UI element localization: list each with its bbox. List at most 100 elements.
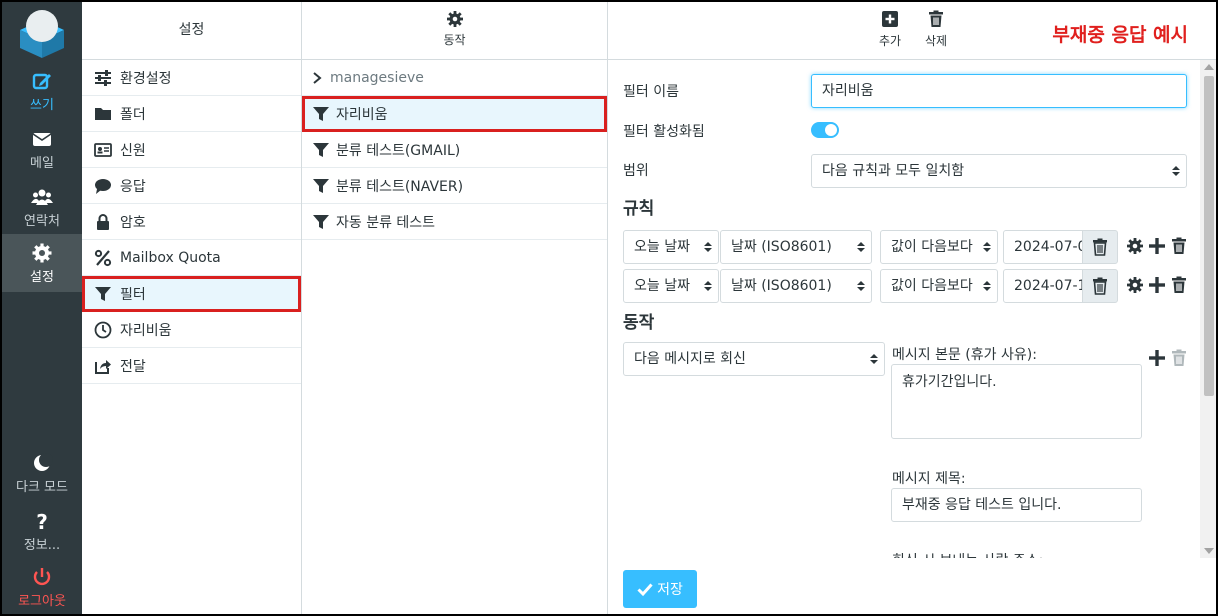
filter-name-input[interactable]: 자리비움: [811, 74, 1187, 108]
mail-label: 메일: [30, 156, 54, 171]
action-type-value: 다음 메시지로 회신: [634, 351, 746, 367]
rule-type-select[interactable]: 날짜 (ISO8601): [720, 230, 872, 264]
contacts-button[interactable]: 연락처: [2, 178, 82, 234]
settings-item-forward[interactable]: 전달: [82, 348, 301, 384]
moon-icon: [31, 452, 53, 474]
select-arrows-icon: [857, 242, 865, 252]
scroll-up-arrow[interactable]: [1204, 64, 1214, 70]
filter-item-auto[interactable]: 자동 분류 테스트: [302, 204, 607, 240]
gear-icon: [31, 242, 53, 264]
message-body-textarea[interactable]: 휴가기간입니다.: [891, 364, 1142, 439]
settings-item-filters[interactable]: 필터: [82, 276, 301, 312]
scroll-thumb[interactable]: [1204, 76, 1214, 396]
app-logo[interactable]: [16, 6, 68, 58]
rule-advanced-gear-icon[interactable]: [1126, 276, 1144, 294]
select-arrows-icon: [983, 281, 991, 291]
settings-item-vacation[interactable]: 자리비움: [82, 312, 301, 348]
contacts-label: 연락처: [24, 214, 60, 229]
delete-filter-button[interactable]: 삭제: [916, 10, 956, 49]
action-add-plus-icon[interactable]: [1148, 349, 1166, 367]
filter-actions-button[interactable]: 동작: [302, 2, 607, 60]
clock-icon: [92, 321, 114, 339]
filter-item-gmail[interactable]: 분류 테스트(GMAIL): [302, 132, 607, 168]
mail-button[interactable]: 메일: [2, 120, 82, 176]
scope-label: 범위: [623, 163, 649, 179]
action-type-select[interactable]: 다음 메시지로 회신: [623, 342, 885, 376]
logout-button[interactable]: 로그아웃: [2, 558, 82, 614]
about-label: 정보...: [23, 538, 61, 553]
logout-label: 로그아웃: [18, 594, 66, 609]
settings-item-preferences[interactable]: 환경설정: [82, 60, 301, 96]
rule-type-select[interactable]: 날짜 (ISO8601): [720, 269, 872, 303]
message-subject-input[interactable]: 부재중 응답 테스트 입니다.: [891, 488, 1142, 522]
rule-header-select[interactable]: 오늘 날짜: [623, 269, 719, 303]
scroll-down-arrow[interactable]: [1204, 548, 1214, 554]
caption-title: 부재중 응답 예시: [1052, 24, 1188, 46]
filters-list-panel: 동작 managesieve 자리비움 분류 테스트(GMAIL) 분류 테스트…: [302, 2, 608, 614]
action-delete-trash-icon[interactable]: [1170, 349, 1188, 367]
rule-operator-select[interactable]: 값이 다음보다: [880, 230, 998, 264]
select-arrows-icon: [704, 242, 712, 252]
filter-icon: [313, 142, 329, 157]
about-button[interactable]: ? 정보...: [2, 502, 82, 558]
rule-type-value: 날짜 (ISO8601): [731, 278, 832, 294]
settings-item-folders[interactable]: 폴더: [82, 96, 301, 132]
id-card-icon: [92, 141, 114, 159]
filter-actions-label: 동작: [443, 33, 466, 47]
filter-enabled-toggle[interactable]: [811, 122, 839, 138]
app-rail: 쓰기 메일 연락처 설정 다크 모드 ? 정보... 로그아웃: [2, 2, 82, 614]
save-button[interactable]: 저장: [623, 570, 697, 608]
settings-item-label: 신원: [120, 142, 146, 159]
scope-select[interactable]: 다음 규칙과 모두 일치함: [811, 154, 1187, 188]
settings-sections: 설정 환경설정 폴더 신원 응답 암호 Mailbox Quota 필터 자리비…: [82, 2, 302, 614]
rule-add-plus-icon[interactable]: [1148, 237, 1166, 255]
filter-name-label: 필터 이름: [623, 84, 679, 100]
add-filter-button[interactable]: 추가: [870, 10, 910, 49]
rule-value-input[interactable]: 2024-07-0: [1003, 230, 1083, 264]
select-arrows-icon: [1172, 166, 1180, 176]
svg-text:?: ?: [36, 510, 48, 532]
lock-icon: [92, 213, 114, 231]
filter-set-name: managesieve: [330, 69, 424, 86]
rule-type-value: 날짜 (ISO8601): [731, 239, 832, 255]
rule-header-value: 오늘 날짜: [634, 239, 690, 255]
rule-operator-value: 값이 다음보다: [891, 239, 973, 255]
compose-button[interactable]: 쓰기: [2, 62, 82, 118]
rule-clear-button[interactable]: [1082, 269, 1118, 303]
delete-label: 삭제: [924, 34, 948, 48]
filter-set-row[interactable]: managesieve: [302, 60, 607, 96]
filter-form: 필터 이름 자리비움 필터 활성화됨 범위 다음 규칙과 모두 일치함 규칙 오…: [608, 60, 1200, 558]
rule-delete-trash-icon[interactable]: [1170, 276, 1188, 294]
forward-icon: [92, 357, 114, 375]
rule-header-select[interactable]: 오늘 날짜: [623, 230, 719, 264]
rule-add-plus-icon[interactable]: [1148, 276, 1166, 294]
settings-item-responses[interactable]: 응답: [82, 168, 301, 204]
app-window: 쓰기 메일 연락처 설정 다크 모드 ? 정보... 로그아웃 설정 환경설정 …: [0, 0, 1218, 616]
settings-item-label: 응답: [120, 178, 146, 195]
rule-value-input[interactable]: 2024-07-1: [1003, 269, 1083, 303]
actions-heading: 동작: [623, 313, 655, 333]
dark-mode-label: 다크 모드: [16, 480, 68, 495]
rule-header-value: 오늘 날짜: [634, 278, 690, 294]
rule-operator-select[interactable]: 값이 다음보다: [880, 269, 998, 303]
settings-button[interactable]: 설정: [2, 234, 82, 292]
rule-advanced-gear-icon[interactable]: [1126, 237, 1144, 255]
add-label: 추가: [878, 34, 902, 48]
settings-item-password[interactable]: 암호: [82, 204, 301, 240]
settings-label: 설정: [30, 270, 54, 285]
dark-mode-button[interactable]: 다크 모드: [2, 444, 82, 500]
filter-icon: [313, 106, 329, 121]
save-label: 저장: [657, 582, 683, 598]
filter-icon: [313, 214, 329, 229]
message-body-value: 휴가기간입니다.: [902, 374, 997, 390]
filter-item-label: 자리비움: [336, 106, 388, 123]
comment-icon: [92, 177, 114, 195]
settings-item-mailbox-quota[interactable]: Mailbox Quota: [82, 240, 301, 276]
filter-item-vacation[interactable]: 자리비움: [302, 96, 607, 132]
rule-delete-trash-icon[interactable]: [1170, 237, 1188, 255]
percent-icon: [92, 249, 114, 267]
filter-item-naver[interactable]: 분류 테스트(NAVER): [302, 168, 607, 204]
settings-item-identities[interactable]: 신원: [82, 132, 301, 168]
rule-clear-button[interactable]: [1082, 230, 1118, 264]
form-scrollbar[interactable]: [1200, 60, 1216, 558]
